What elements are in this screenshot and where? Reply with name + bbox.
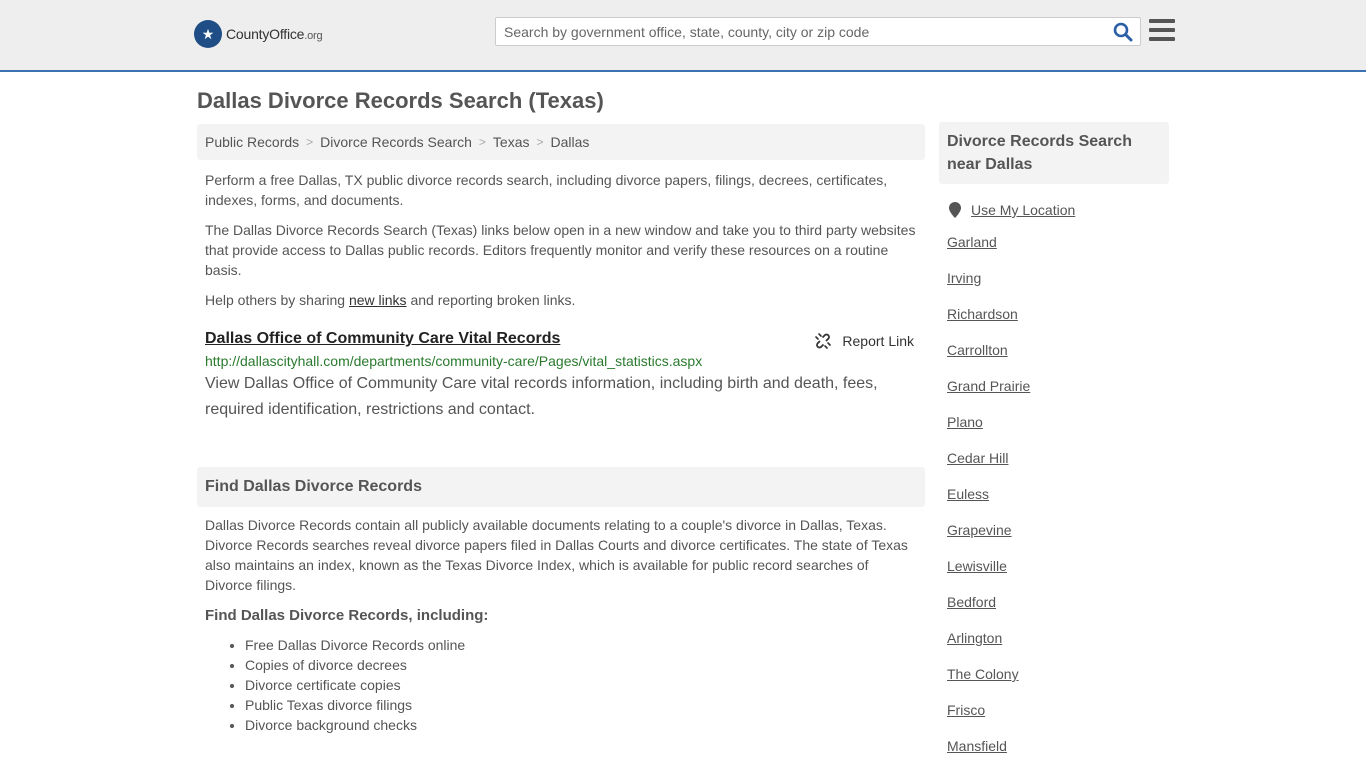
- section-subheading: Find Dallas Divorce Records, including:: [205, 607, 489, 624]
- new-links-link[interactable]: new links: [349, 292, 407, 308]
- section-list: Free Dallas Divorce Records online Copie…: [205, 635, 917, 735]
- sidebar-item-bedford: Bedford: [947, 586, 1169, 622]
- report-link-label: Report Link: [842, 333, 914, 349]
- listing-url: http://dallascityhall.com/departments/co…: [205, 353, 703, 369]
- sidebar-item-cedar-hill: Cedar Hill: [947, 442, 1169, 478]
- sidebar-item-plano: Plano: [947, 406, 1169, 442]
- city-link[interactable]: Bedford: [947, 594, 996, 610]
- report-link-button[interactable]: Report Link: [814, 332, 914, 350]
- search-button[interactable]: [1106, 18, 1140, 45]
- site-header: ★ CountyOffice.org: [0, 0, 1366, 72]
- search-input[interactable]: [496, 18, 1106, 45]
- city-link[interactable]: Frisco: [947, 702, 985, 718]
- breadcrumb: Public Records > Divorce Records Search …: [197, 124, 925, 160]
- city-link[interactable]: Irving: [947, 270, 981, 286]
- breadcrumb-texas[interactable]: Texas: [493, 134, 530, 150]
- use-my-location-link[interactable]: Use My Location: [971, 202, 1075, 218]
- sidebar-item-euless: Euless: [947, 478, 1169, 514]
- list-item: Free Dallas Divorce Records online: [245, 635, 917, 655]
- sidebar-item-arlington: Arlington: [947, 622, 1169, 658]
- city-link[interactable]: Cedar Hill: [947, 450, 1008, 466]
- city-link[interactable]: Plano: [947, 414, 983, 430]
- breadcrumb-divorce-records-search[interactable]: Divorce Records Search: [320, 134, 472, 150]
- section-body: Dallas Divorce Records contain all publi…: [205, 515, 917, 735]
- search-icon: [1113, 22, 1133, 41]
- breadcrumb-public-records[interactable]: Public Records: [205, 134, 299, 150]
- city-link[interactable]: Arlington: [947, 630, 1002, 646]
- breadcrumb-separator: >: [306, 135, 314, 149]
- sidebar-item-frisco: Frisco: [947, 694, 1169, 730]
- intro-text: Perform a free Dallas, TX public divorce…: [205, 170, 917, 320]
- city-link[interactable]: Carrollton: [947, 342, 1008, 358]
- city-link[interactable]: Richardson: [947, 306, 1018, 322]
- list-item: Public Texas divorce filings: [245, 695, 917, 715]
- map-pin-icon: [949, 202, 961, 218]
- sidebar-item-grand-prairie: Grand Prairie: [947, 370, 1169, 406]
- sidebar-item-mansfield: Mansfield: [947, 730, 1169, 766]
- section-paragraph: Dallas Divorce Records contain all publi…: [205, 517, 908, 593]
- sidebar-item-irving: Irving: [947, 262, 1169, 298]
- site-logo[interactable]: ★ CountyOffice.org: [194, 20, 323, 48]
- use-location-row: Use My Location: [939, 202, 1169, 218]
- search-bar: [495, 17, 1141, 46]
- sidebar-item-grapevine: Grapevine: [947, 514, 1169, 550]
- listing-description: View Dallas Office of Community Care vit…: [205, 375, 878, 418]
- breadcrumb-dallas[interactable]: Dallas: [551, 134, 590, 150]
- city-link[interactable]: Euless: [947, 486, 989, 502]
- sidebar-item-richardson: Richardson: [947, 298, 1169, 334]
- sidebar-item-carrollton: Carrollton: [947, 334, 1169, 370]
- listing-title-link[interactable]: Dallas Office of Community Care Vital Re…: [205, 330, 560, 347]
- intro-paragraph-3: Help others by sharing new links and rep…: [205, 292, 576, 308]
- sidebar-item-the-colony: The Colony: [947, 658, 1169, 694]
- city-link[interactable]: Mansfield: [947, 738, 1007, 754]
- sidebar: Divorce Records Search near Dallas Use M…: [939, 122, 1169, 766]
- list-item: Divorce certificate copies: [245, 675, 917, 695]
- breadcrumb-separator: >: [536, 135, 544, 149]
- list-item: Copies of divorce decrees: [245, 655, 917, 675]
- city-link[interactable]: Lewisville: [947, 558, 1007, 574]
- intro-paragraph-2: The Dallas Divorce Records Search (Texas…: [205, 222, 916, 278]
- intro-paragraph-1: Perform a free Dallas, TX public divorce…: [205, 172, 888, 208]
- listing-item: Dallas Office of Community Care Vital Re…: [205, 330, 917, 423]
- page-title: Dallas Divorce Records Search (Texas): [197, 88, 604, 113]
- city-link[interactable]: Grapevine: [947, 522, 1012, 538]
- section-heading: Find Dallas Divorce Records: [197, 467, 925, 507]
- breadcrumb-separator: >: [478, 135, 486, 149]
- city-link[interactable]: Garland: [947, 234, 997, 250]
- city-link[interactable]: Grand Prairie: [947, 378, 1030, 394]
- eagle-logo-icon: ★: [194, 20, 222, 48]
- hamburger-menu-icon[interactable]: [1149, 19, 1175, 41]
- logo-text: CountyOffice.org: [226, 26, 323, 42]
- city-link[interactable]: The Colony: [947, 666, 1019, 682]
- list-item: Divorce background checks: [245, 715, 917, 735]
- sidebar-item-lewisville: Lewisville: [947, 550, 1169, 586]
- sidebar-item-garland: Garland: [947, 226, 1169, 262]
- city-list: Garland Irving Richardson Carrollton Gra…: [939, 226, 1169, 766]
- broken-link-icon: [815, 333, 832, 349]
- sidebar-heading: Divorce Records Search near Dallas: [939, 122, 1169, 184]
